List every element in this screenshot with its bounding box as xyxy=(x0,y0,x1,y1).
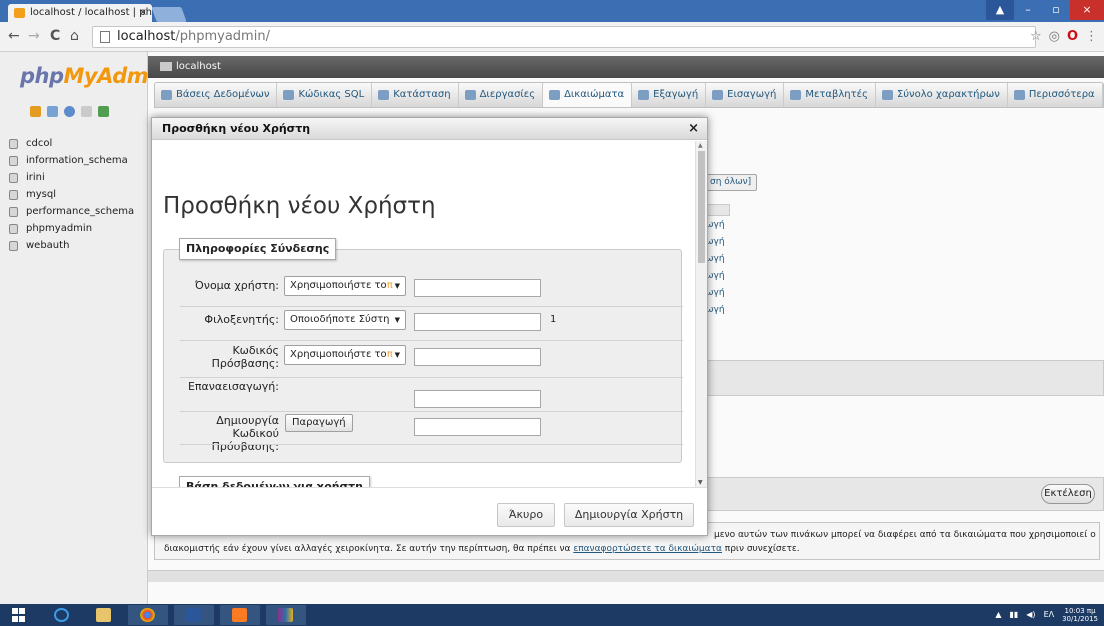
xampp-taskbar-item[interactable] xyxy=(220,605,260,625)
generate-password-button[interactable]: Παραγωγή xyxy=(285,414,353,432)
host-row: Φιλοξενητής: Οποιοδήποτε Σύστη ▼ 1 xyxy=(164,310,683,336)
winrar-icon xyxy=(278,608,293,622)
toolbar-actions: ☆ ◎ O ⋮ xyxy=(1030,29,1098,44)
minimize-button[interactable]: – xyxy=(1014,0,1042,20)
address-bar[interactable]: localhost/phpmyadmin/ xyxy=(92,26,1036,48)
row-divider xyxy=(180,377,683,378)
reload-icon[interactable]: C xyxy=(50,28,60,44)
system-tray: ▲ ▮▮ ◀) ΕΛ 10:03 πμ 30/1/2015 xyxy=(995,607,1098,623)
dialog-close-icon[interactable]: × xyxy=(688,118,699,140)
chevron-down-icon: ▼ xyxy=(394,316,400,324)
input-language[interactable]: ΕΛ xyxy=(1044,611,1055,619)
dialog-heading: Προσθήκη νέου Χρήστη xyxy=(163,193,436,219)
row-divider xyxy=(180,444,683,445)
password-label-1: Κωδικός xyxy=(232,344,279,357)
phpmyadmin-favicon-icon xyxy=(14,8,25,18)
browser-toolbar: ← → C ⌂ localhost/phpmyadmin/ ☆ ◎ O ⋮ xyxy=(0,22,1104,52)
file-explorer-icon[interactable] xyxy=(96,608,111,622)
chevron-down-icon: ▼ xyxy=(394,282,400,290)
generate-password-row: Δημιουργία Κωδικού Πρόσβασης: Παραγωγή xyxy=(164,414,683,454)
xampp-icon xyxy=(232,608,247,622)
tab-title: localhost / localhost | php xyxy=(30,7,152,18)
cancel-button[interactable]: Άκυρο xyxy=(497,503,555,527)
windows-taskbar: ▲ ▮▮ ◀) ΕΛ 10:03 πμ 30/1/2015 xyxy=(0,604,1104,626)
username-type-select[interactable]: Χρησιμοποιήστε τοπ ▼ xyxy=(284,276,406,296)
database-for-user-legend: Βάση δεδομένων για χρήστη xyxy=(179,476,370,487)
new-tab-button[interactable] xyxy=(151,7,187,22)
scroll-down-arrow-icon[interactable]: ▼ xyxy=(698,479,703,486)
back-arrow-icon[interactable]: ← xyxy=(8,28,20,44)
winrar-taskbar-item[interactable] xyxy=(266,605,306,625)
password-label: Κωδικός Πρόσβασης: xyxy=(212,344,279,370)
password-select-tail: π xyxy=(386,349,393,360)
retype-row: Επαναεισαγωγή: xyxy=(164,380,683,408)
window-close-button[interactable]: × xyxy=(1070,0,1104,20)
bookmark-star-icon[interactable]: ☆ xyxy=(1030,29,1042,44)
scroll-thumb[interactable] xyxy=(698,151,705,263)
generate-label-2: Κωδικού xyxy=(232,427,279,440)
window-controls: ▲ – ▫ × xyxy=(986,0,1104,20)
generate-password-label: Δημιουργία Κωδικού Πρόσβασης: xyxy=(212,414,279,453)
password-input[interactable] xyxy=(414,348,541,366)
password-row: Κωδικός Πρόσβασης: Χρησιμοποιήστε τοπ ▼ xyxy=(164,344,683,376)
clock-time: 10:03 πμ xyxy=(1064,607,1096,615)
host-label: Φιλοξενητής: xyxy=(204,313,279,326)
internet-explorer-icon[interactable] xyxy=(54,608,69,622)
scroll-up-arrow-icon[interactable]: ▲ xyxy=(698,142,703,149)
volume-icon[interactable]: ◀) xyxy=(1026,611,1035,619)
create-user-button[interactable]: Δημιουργία Χρήστη xyxy=(564,503,694,527)
host-type-select[interactable]: Οποιοδήποτε Σύστη ▼ xyxy=(284,310,406,330)
page-icon xyxy=(100,31,110,43)
password-select-value: Χρησιμοποιήστε το xyxy=(290,349,387,360)
network-icon[interactable]: ▮▮ xyxy=(1009,611,1018,619)
word-taskbar-item[interactable] xyxy=(174,605,214,625)
dialog-body: Προσθήκη νέου Χρήστη Πληροφορίες Σύνδεση… xyxy=(152,141,695,487)
username-select-tail: π xyxy=(386,280,393,291)
row-divider xyxy=(180,411,683,412)
username-label: Όνομα χρήστη: xyxy=(194,279,279,292)
retype-password-input[interactable] xyxy=(414,390,541,408)
windows-start-icon[interactable] xyxy=(12,608,26,622)
generate-label-1: Δημιουργία xyxy=(216,414,279,427)
chevron-down-icon: ▼ xyxy=(394,351,400,359)
extension-icon[interactable]: ◎ xyxy=(1049,29,1060,44)
chrome-menu-icon[interactable]: ⋮ xyxy=(1085,29,1098,44)
row-divider xyxy=(180,340,683,341)
browser-tab-strip: localhost / localhost | php × ▲ – ▫ × xyxy=(0,0,1104,22)
login-info-fieldset: Πληροφορίες Σύνδεσης Όνομα χρήστη: Χρησι… xyxy=(163,238,683,463)
maximize-button[interactable]: ▫ xyxy=(1042,0,1070,20)
chrome-icon xyxy=(140,608,155,622)
dialog-title: Προσθήκη νέου Χρήστη xyxy=(162,122,311,135)
tab-close-icon[interactable]: × xyxy=(139,4,147,22)
retype-label: Επαναεισαγωγή: xyxy=(187,380,279,393)
home-icon[interactable]: ⌂ xyxy=(70,28,79,44)
username-input[interactable] xyxy=(414,279,541,297)
clock[interactable]: 10:03 πμ 30/1/2015 xyxy=(1062,607,1098,623)
browser-tab[interactable]: localhost / localhost | php × xyxy=(8,4,152,22)
chrome-taskbar-item[interactable] xyxy=(128,605,168,625)
username-row: Όνομα χρήστη: Χρησιμοποιήστε τοπ ▼ xyxy=(164,276,683,302)
password-label-2: Πρόσβασης: xyxy=(211,357,279,370)
host-input[interactable] xyxy=(414,313,541,331)
dialog-footer: Άκυρο Δημιουργία Χρήστη xyxy=(152,487,707,535)
generated-password-input[interactable] xyxy=(414,418,541,436)
url-host: localhost xyxy=(117,29,176,44)
password-type-select[interactable]: Χρησιμοποιήστε τοπ ▼ xyxy=(284,345,406,365)
user-profile-icon[interactable]: ▲ xyxy=(986,0,1014,20)
dialog-titlebar[interactable]: Προσθήκη νέου Χρήστη × xyxy=(152,118,707,140)
add-user-dialog: Προσθήκη νέου Χρήστη × Προσθήκη νέου Χρή… xyxy=(151,117,708,536)
host-index: 1 xyxy=(550,314,557,325)
generate-label-3: Πρόσβασης: xyxy=(211,440,279,453)
opera-extension-icon[interactable]: O xyxy=(1067,29,1078,44)
forward-arrow-icon[interactable]: → xyxy=(28,28,40,44)
url-path: /phpmyadmin/ xyxy=(175,29,270,44)
clock-date: 30/1/2015 xyxy=(1062,615,1098,623)
username-select-value: Χρησιμοποιήστε το xyxy=(290,280,387,291)
row-divider xyxy=(180,306,683,307)
login-info-legend: Πληροφορίες Σύνδεσης xyxy=(179,238,337,260)
host-select-value: Οποιοδήποτε Σύστη xyxy=(290,314,390,325)
tray-up-arrow-icon[interactable]: ▲ xyxy=(995,611,1001,619)
word-icon xyxy=(186,608,201,622)
dialog-scrollbar[interactable]: ▲ ▼ xyxy=(695,141,707,487)
